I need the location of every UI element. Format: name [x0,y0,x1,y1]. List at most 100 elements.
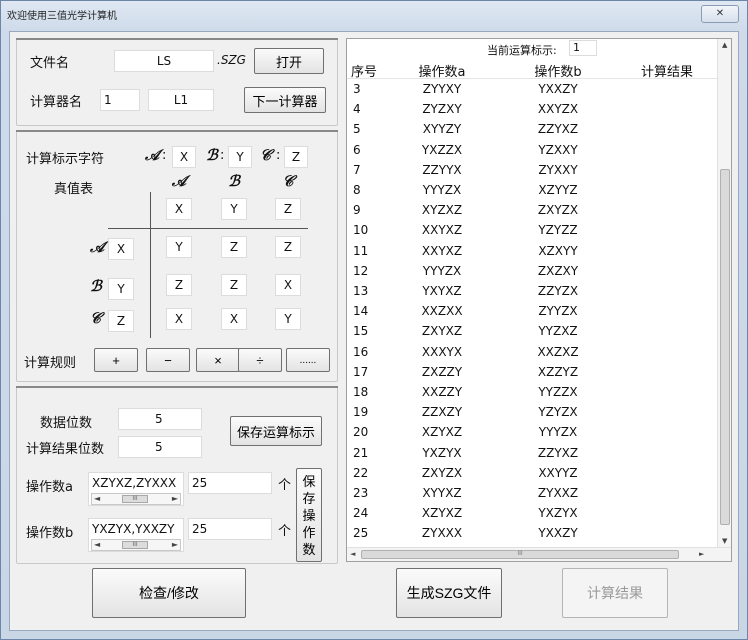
table-row[interactable]: 8 YYYZX XZYYZ [347,182,717,199]
row-operand-a: XXZZY [421,385,463,399]
tt-cell[interactable]: X [221,308,247,330]
scroll-left-icon[interactable]: ◄ [94,539,100,551]
row-index: 16 [353,344,369,359]
operand-a-input[interactable]: XZYXZ,ZYXXX ◄ III ► [88,472,184,506]
tt-cell[interactable]: Z [166,274,192,296]
table-row[interactable]: 12 YYYZX ZXZXY [347,263,717,280]
scroll-left-icon[interactable]: ◄ [94,493,100,505]
tt-cell[interactable]: X [166,308,192,330]
generate-szg-button[interactable]: 生成SZG文件 [396,568,502,618]
tt-row-a-input[interactable]: X [108,238,134,260]
table-row[interactable]: 6 YXZZX YZXXY [347,142,717,159]
tt-cell[interactable]: Z [221,236,247,258]
table-row[interactable]: 24 XZYXZ YXZYX [347,505,717,522]
mark-c-input[interactable]: Z [284,146,308,168]
row-operand-a: YXZZX [421,142,463,157]
file-name-input[interactable]: LS [114,50,214,72]
table-row[interactable]: 25 ZYXXX YXXZY [347,525,717,542]
tt-cell[interactable]: Y [166,236,192,258]
scroll-down-icon[interactable]: ▼ [722,537,727,545]
table-row[interactable]: 15 ZXYXZ YYZXZ [347,323,717,340]
column-header-index[interactable]: 序号 [347,61,381,80]
list-horizontal-scrollbar[interactable]: ◄ III ► [347,547,731,561]
scroll-up-icon[interactable]: ▲ [722,41,727,49]
operand-b-count-input[interactable]: 25 [188,518,272,540]
table-row[interactable]: 3 ZYYXY YXXZY [347,81,717,98]
check-modify-button[interactable]: 检查/修改 [92,568,246,618]
next-calculator-button[interactable]: 下一计算器 [244,87,326,113]
result-bits-input[interactable]: 5 [118,436,202,458]
rule-more-button[interactable]: ...... [286,348,330,372]
vertical-scroll-thumb[interactable] [720,169,730,525]
table-row[interactable]: 17 ZXZZY XZZYZ [347,364,717,381]
table-row[interactable]: 16 XXXYX XXZXZ [347,344,717,361]
close-button[interactable]: ✕ [701,5,739,23]
save-marks-button[interactable]: 保存运算标示 [230,416,322,446]
horizontal-scroll-thumb[interactable]: III [361,550,679,559]
table-row[interactable]: 21 YXZYX ZZYXZ [347,445,717,462]
calculator-index-input[interactable]: 1 [100,89,140,111]
row-operand-a: ZYZXY [422,102,462,117]
table-row[interactable]: 4 ZYZXY XXYZX [347,101,717,118]
mark-a-input[interactable]: X [172,146,196,168]
rule-subtract-button[interactable]: − [146,348,190,372]
rule-multiply-button[interactable]: × [196,348,240,372]
operand-b-scrollbar[interactable]: ◄ III ► [91,539,181,551]
table-row[interactable]: 7 ZZYYX ZYXXY [347,162,717,179]
operand-a-count-input[interactable]: 25 [188,472,272,494]
operand-b-unit: 个 [278,524,292,539]
scroll-left-icon[interactable]: ◄ [350,550,355,558]
rule-add-button[interactable]: + [94,348,138,372]
tt-col-b-input[interactable]: Y [221,198,247,220]
operand-a-scrollbar[interactable]: ◄ III ► [91,493,181,505]
current-mark-input[interactable]: 1 [569,40,597,56]
table-row[interactable]: 14 XXZXX ZYYZX [347,303,717,320]
data-bits-input[interactable]: 5 [118,408,202,430]
table-row[interactable]: 13 YXYXZ ZZYZX [347,283,717,300]
operand-b-input[interactable]: YXZYX,YXXZY ◄ III ► [88,518,184,552]
save-operands-button[interactable]: 保存操作数 [296,468,322,562]
table-row[interactable]: 18 XXZZY YYZZX [347,384,717,401]
scroll-right-icon[interactable]: ► [172,493,178,505]
operand-list[interactable]: 当前运算标示: 1 序号 操作数a 操作数b 计算结果 3 ZYYXY YXXZY 4… [346,38,732,562]
table-row[interactable]: 20 XZYXZ YYYZX [347,424,717,441]
mark-c-colon: : [276,148,281,163]
column-header-result[interactable]: 计算结果 [617,61,717,80]
compute-result-button[interactable]: 计算结果 [562,568,668,618]
scroll-right-icon[interactable]: ► [172,539,178,551]
table-row[interactable]: 11 XXYXZ XZXYY [347,243,717,260]
result-bits-label: 计算结果位数 [26,442,105,457]
tt-col-b-letter: ℬ [228,172,240,190]
table-row[interactable]: 22 ZXYZX XXYYZ [347,465,717,482]
calculator-name-input[interactable]: L1 [148,89,214,111]
mark-b-input[interactable]: Y [228,146,252,168]
table-row[interactable]: 19 ZZXZY YZYZX [347,404,717,421]
tt-cell[interactable]: Y [275,308,301,330]
column-header-operand-a[interactable]: 操作数a [387,61,497,80]
rule-divide-button[interactable]: ÷ [238,348,282,372]
tt-cell[interactable]: Z [275,236,301,258]
list-vertical-scrollbar[interactable]: ▲ ▼ [717,39,731,547]
tt-row-c-input[interactable]: Z [108,310,134,332]
row-index: 23 [353,486,369,500]
row-operand-a: ZZXZY [421,405,463,420]
tt-cell[interactable]: X [275,274,301,296]
open-button[interactable]: 打开 [254,48,324,74]
scroll-right-icon[interactable]: ► [699,550,704,558]
table-row[interactable]: 23 XYYXZ ZYXXZ [347,485,717,502]
table-row[interactable]: 5 XYYZY ZZYXZ [347,121,717,138]
scroll-thumb[interactable]: III [122,495,148,503]
row-index: 18 [353,385,369,399]
tt-col-a-input[interactable]: X [166,198,192,220]
truth-table-label: 真值表 [54,182,94,197]
row-index: 5 [353,122,361,137]
scroll-thumb[interactable]: III [122,541,148,549]
title-bar[interactable]: 欢迎使用三值光学计算机 ✕ [1,1,747,27]
tt-col-a-letter: 𝒜 [171,172,187,190]
table-row[interactable]: 9 XYZXZ ZXYZX [347,202,717,219]
tt-row-b-input[interactable]: Y [108,278,134,300]
tt-col-c-input[interactable]: Z [275,198,301,220]
tt-cell[interactable]: Z [221,274,247,296]
column-header-operand-b[interactable]: 操作数b [503,61,613,80]
table-row[interactable]: 10 XXYXZ YZYZZ [347,222,717,239]
